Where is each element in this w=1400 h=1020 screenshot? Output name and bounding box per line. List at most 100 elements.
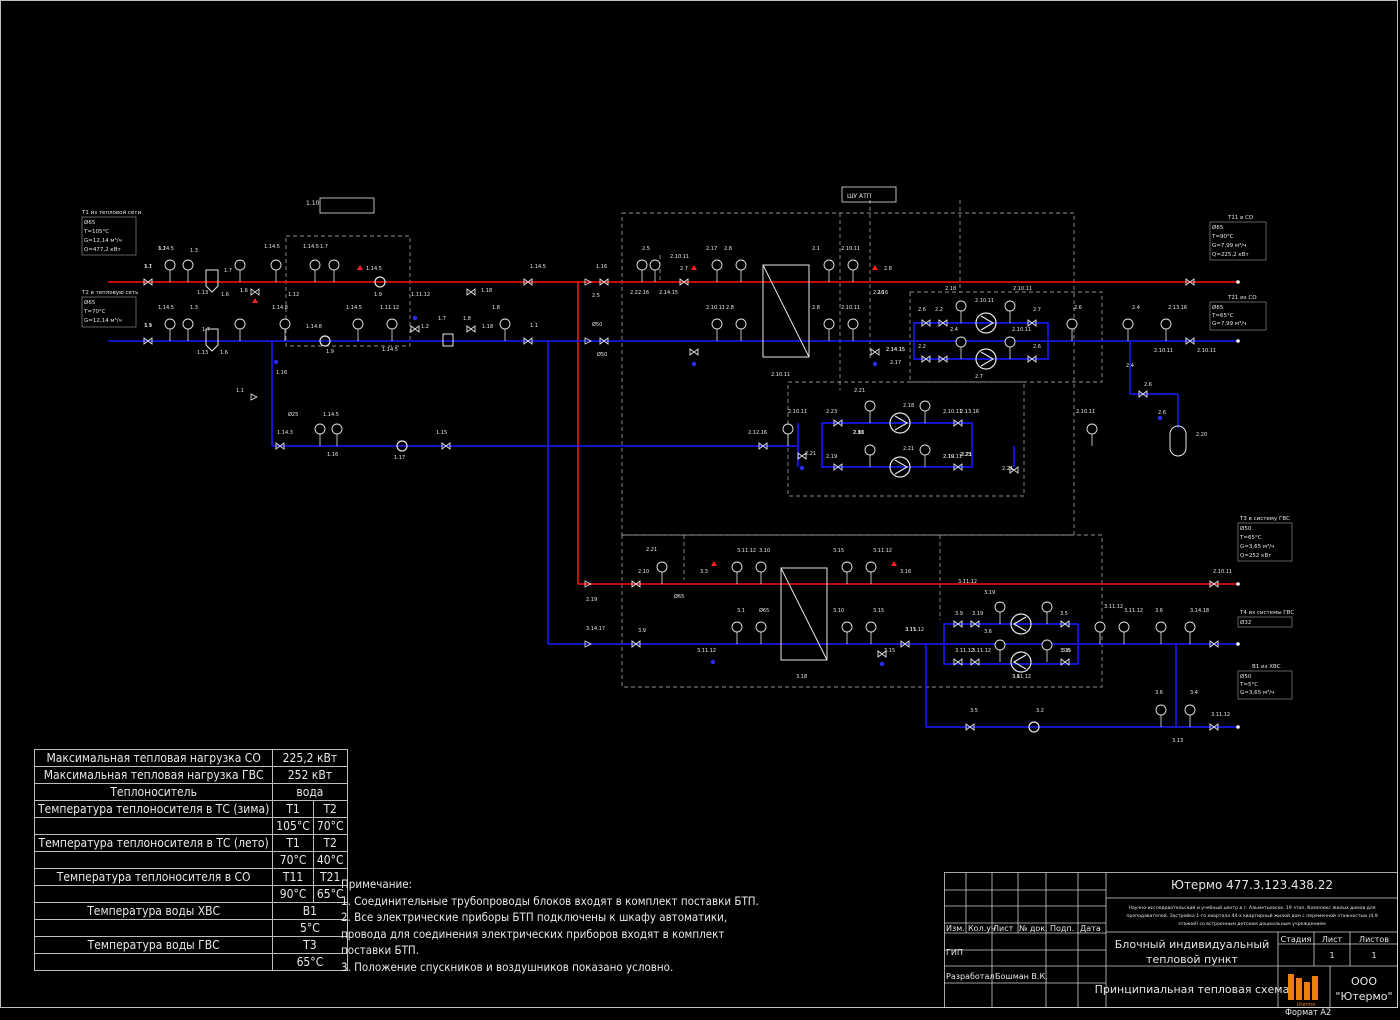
ref-label: 1.1 [530,323,538,329]
ref-label: 1.14.5 [366,266,382,272]
ref-label: 3.11.12 [1211,712,1230,718]
ref-label: 3.9 [955,611,963,617]
box-atp-label: ШУ АТП [847,193,871,200]
t21-in-line-1: T=65°C [1211,313,1234,319]
notes: Примечание: 1. Соединительные трубопрово… [341,876,759,975]
air-vent-icon [691,265,697,270]
ref-label: 1.14.5 [323,412,339,418]
params-value: 5°C [272,919,348,937]
stamp-drawing-name: Принципиальная тепловая схема [1095,983,1290,996]
line-end-icon [1236,725,1240,729]
stamp-sheet-label: Лист [1322,935,1343,944]
gauge-icon [1155,704,1167,716]
t11-out-line-3: Q=225,2 кВт [1212,252,1250,258]
stamp-sheets-label: Листов [1359,935,1389,944]
ref-label: 1.12 [288,292,299,298]
ref-label: 3.11.12 [958,579,977,585]
gauge-icon [649,259,661,271]
ref-label: 1.1 [236,388,244,394]
gauge-icon [955,300,967,312]
t1-in-info: Т1 из тепловой сети Ø65 T=105°C G=12,14 … [81,209,141,256]
ref-label: 3.9 [638,628,646,634]
t3-out-line-3: Q=252 кВт [1240,553,1272,559]
gauge-icon [656,561,668,573]
ref-label: 3.19 [972,611,983,617]
params-value: 90°C [272,885,314,903]
t21-in-line-0: Ø65 [1212,304,1224,311]
stamp-header-list: Лист [993,924,1014,933]
ref-label: 2.8 [726,305,734,311]
ref-label: 2.4 [1132,305,1140,311]
gauge-icon [1066,318,1078,330]
params-value: 105°C [272,817,314,835]
gauge-icon [823,318,835,330]
ref-label: 3.5 [1060,611,1068,617]
ref-label: 2.6 [1158,410,1166,416]
gauge-icon [847,318,859,330]
ref-label: 1.14.5 [264,244,280,250]
gauge-icon [1122,318,1134,330]
ref-label: 3.5 [970,708,978,714]
ref-label: 3.3 [700,569,708,575]
ref-label: 1.3 [190,305,198,311]
t3-out-line-0: Ø50 [1240,525,1252,532]
gauge-icon [1160,318,1172,330]
gauge-icon [386,318,398,330]
title-block: Изм. Кол.уч Лист № док. Подп. Дата ГИП Р… [944,872,1398,1008]
notes-line: провода для соединения электрических при… [341,926,725,941]
params-value: 70°C [272,851,314,869]
params-value: Т3 [272,936,348,954]
ref-label: 2.10.11 [1154,348,1173,354]
params-label: Максимальная тепловая нагрузка СО [33,749,274,767]
gauge-icon [731,561,743,573]
gauge-icon [1086,423,1098,435]
t11-out-info: Т11 в СО Ø65 T=90°C G=7,99 м³/ч Q=225,2 … [1209,215,1267,261]
notes-line: 3. Положение спускников и воздушников по… [341,959,674,974]
ref-label: Ø65 [674,593,684,600]
valve-icon [410,325,420,333]
stamp-header-ndok: № док. [1019,924,1048,933]
params-label: Температура теплоносителя в ТС (лето) [33,834,274,852]
ref-label: 2.13.16 [960,409,979,415]
t21-in-title: Т21 из СО [1227,295,1257,301]
stamp-header-data: Дата [1080,924,1101,933]
ref-label: 2.8 [884,266,892,272]
t11-out-title: Т11 в СО [1227,215,1254,221]
ref-label: 3.7 [144,264,152,270]
format-label: Формат А2 [1285,1008,1332,1018]
ref-label: 2.10.11 [788,409,807,415]
air-vent-icon [891,561,897,566]
params-value: В1 [272,902,348,920]
ref-label: 2.21 [646,547,657,553]
valve-icon [466,288,476,296]
ref-label: 2.23 [960,452,971,458]
gauge-icon [864,444,876,456]
ref-label: 2.23 [826,409,837,415]
ref-label: 1.18 [482,324,493,330]
b1-in-info: В1 из ХВС Ø50 T=5°C G=3,65 м³/ч [1237,664,1293,700]
ref-label: 1.13 [197,350,208,356]
ref-label: 2.10.11 [771,372,790,378]
gauge-icon [1155,621,1167,633]
ref-label: 3.2 [1036,708,1044,714]
valve-icon [466,325,476,333]
ref-label: 2.4 [1126,363,1134,369]
drain-icon [412,315,418,321]
ref-label: 2.2 [918,344,926,350]
params-value: 70°C [312,817,348,835]
gauge-icon [755,621,767,633]
gauge-icon [1004,300,1016,312]
b1-in-line-2: G=3,65 м³/ч [1240,689,1274,696]
params-row: Температура теплоносителя в ТС (лето) Т1… [33,834,348,852]
stamp-title-line: тепловой пункт [1146,953,1239,966]
t4-in-info: Т4 из системы ГВС Ø32 [1237,610,1294,628]
box-top-label: 1.10 [306,200,320,207]
ref-label: 1.16 [327,452,338,458]
ref-label: 3.15 [833,548,844,554]
gauge-icon [841,621,853,633]
ref-label: 1.17 [394,455,405,461]
ref-label: 2.10.11 [1013,286,1032,292]
drain-icon [1157,415,1163,421]
t3-out-info: Т3 в систему ГВС Ø50 T=65°C G=3,65 м³/ч … [1237,516,1293,562]
gauge-icon [841,561,853,573]
